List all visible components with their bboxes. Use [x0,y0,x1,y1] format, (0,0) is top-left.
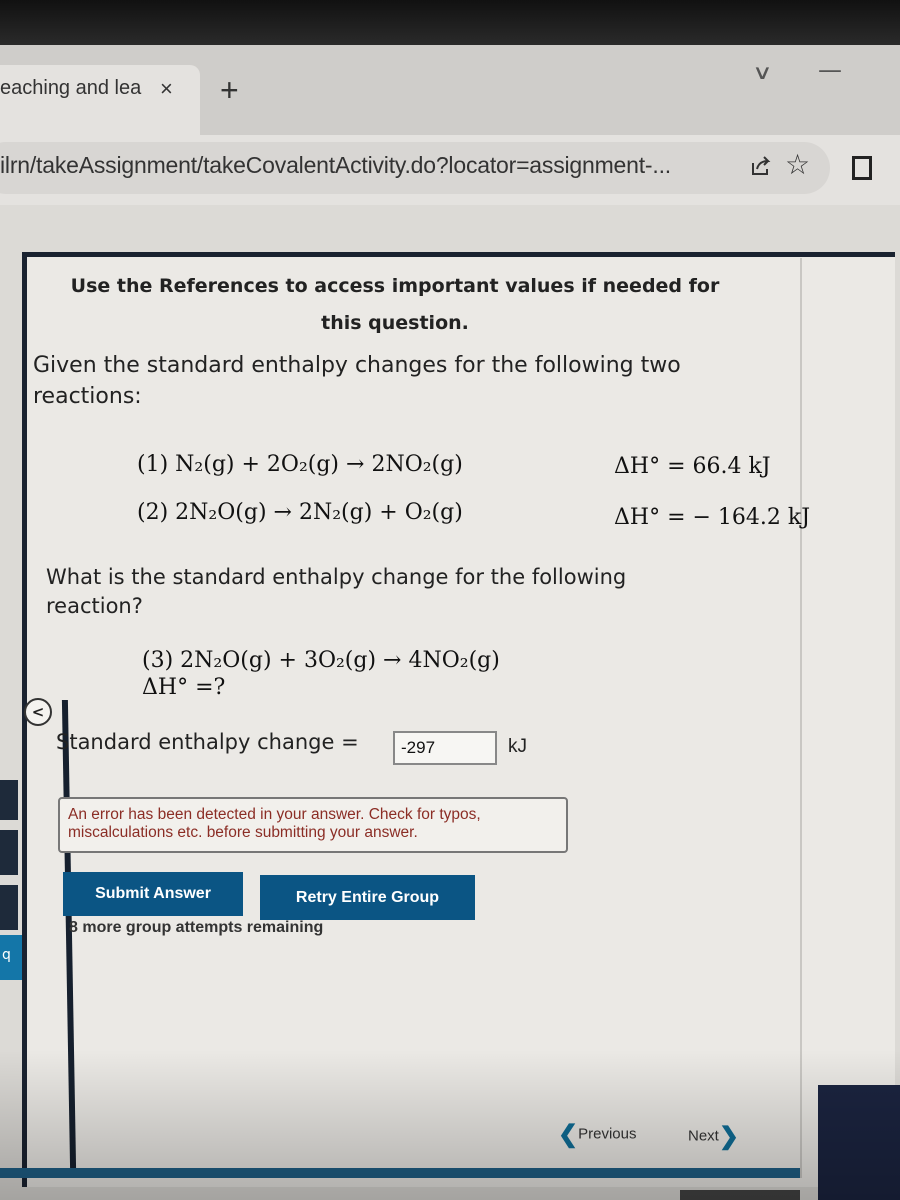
tab-list-chevron-icon[interactable]: ∨ [752,60,772,84]
reaction-arrow: → [383,648,402,673]
reaction-products: 2NO₂(g) [371,452,463,477]
reaction-products: 4NO₂(g) [408,648,500,673]
minimize-icon[interactable]: — [818,56,842,84]
next-button[interactable]: Next❯ [688,1122,739,1151]
delta-h-value: − 164.2 kJ [692,505,811,530]
retry-entire-group-button[interactable]: Retry Entire Group [260,875,475,920]
intro-text: Given the standard enthalpy changes for … [33,353,681,409]
question-text: What is the standard enthalpy change for… [46,565,627,618]
screen-bezel [0,0,900,45]
share-icon[interactable] [750,155,772,177]
tab-title[interactable]: eaching and lea [0,77,141,100]
reaction-reactants: 2N₂O(g) + 3O₂(g) [180,648,377,673]
next-label: Next [688,1127,719,1145]
bookmark-star-icon[interactable]: ☆ [785,148,810,181]
answer-unit: kJ [508,736,527,757]
reaction-products: 2N₂(g) + O₂(g) [298,500,463,525]
previous-label: Previous [578,1125,637,1143]
target-delta-h: ΔH° =? [142,675,226,700]
reaction-1-enthalpy: ΔH° = 66.4 kJ [614,454,771,479]
tab-close-icon[interactable]: × [160,76,173,102]
previous-button[interactable]: ❮Previous [558,1120,636,1149]
reaction-number: (2) [137,500,169,525]
enthalpy-answer-input[interactable] [393,731,497,765]
reaction-arrow: → [346,452,365,477]
url-text[interactable]: ilrn/takeAssignment/takeCovalentActivity… [0,152,671,179]
delta-h-label: ΔH° = [614,505,686,530]
target-reaction: (3) 2N₂O(g) + 3O₂(g) → 4NO₂(g) [142,648,500,673]
references-note: Use the References to access important v… [70,275,720,334]
chevron-left-icon: ❮ [558,1121,579,1148]
attempts-remaining: 8 more group attempts remaining [69,919,324,936]
reaction-2-enthalpy: ΔH° = − 164.2 kJ [614,505,810,530]
sidebar-item-active[interactable]: q [0,935,22,980]
sidebar-toggle-icon[interactable] [852,156,872,180]
sidebar-item[interactable] [0,830,18,875]
reaction-reactants: N₂(g) + 2O₂(g) [175,452,340,477]
submit-answer-button[interactable]: Submit Answer [63,872,243,916]
delta-h-value: 66.4 kJ [692,454,771,479]
answer-label: Standard enthalpy change = [56,730,359,754]
error-message: An error has been detected in your answe… [58,797,568,853]
reaction-number: (1) [137,452,169,477]
reaction-1: (1) N₂(g) + 2O₂(g) → 2NO₂(g) [137,452,463,477]
reaction-2: (2) 2N₂O(g) → 2N₂(g) + O₂(g) [137,500,463,525]
delta-h-label: ΔH° = [614,454,686,479]
footer-element [680,1190,800,1200]
sidebar-item[interactable] [0,780,18,820]
reaction-arrow: → [273,500,292,525]
collapse-sidebar-button[interactable]: < [24,698,52,726]
sidebar-item-label: q [2,947,11,963]
chevron-right-icon: ❯ [718,1123,739,1150]
new-tab-button[interactable]: + [220,72,239,109]
reaction-number: (3) [142,648,174,673]
panel-divider [800,258,802,1178]
panel-bottom-bar [0,1168,800,1178]
sidebar-item[interactable] [0,885,18,930]
screen-edge [818,1085,900,1200]
reaction-reactants: 2N₂O(g) [175,500,267,525]
